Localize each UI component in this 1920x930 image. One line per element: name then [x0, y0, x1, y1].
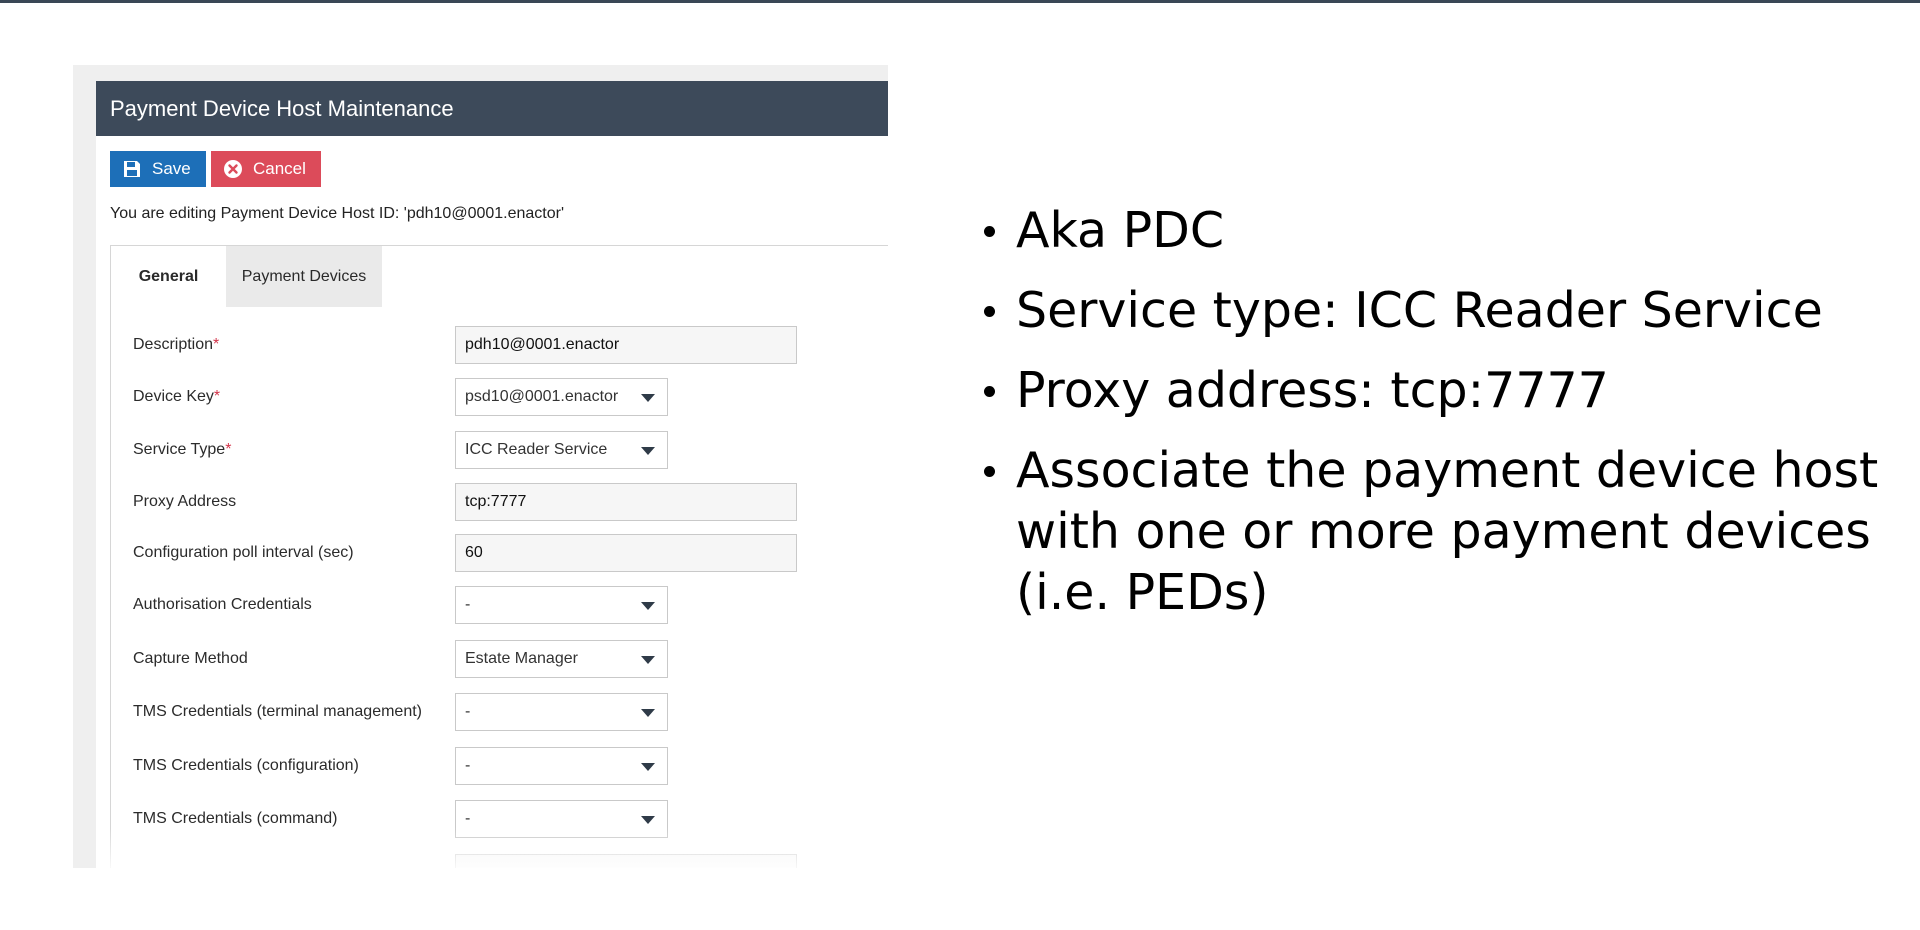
- form-row-tms-terminal: TMS Credentials (terminal management) -: [133, 693, 888, 731]
- tms-config-select[interactable]: -: [455, 747, 668, 785]
- form-row-config-poll: Configuration poll interval (sec) 60: [133, 534, 888, 572]
- description-input[interactable]: pdh10@0001.enactor: [455, 326, 797, 364]
- field-label: TMS Credentials (command): [133, 810, 338, 827]
- bullet-item: Aka PDC: [980, 200, 1920, 261]
- field-label: Configuration poll interval (sec): [133, 544, 354, 561]
- chevron-down-icon: [641, 656, 655, 664]
- config-poll-input[interactable]: 60: [455, 534, 797, 572]
- chevron-down-icon: [641, 394, 655, 402]
- bullet-item: Associate the payment device host with o…: [980, 440, 1920, 623]
- field-label: Device Key*: [133, 388, 221, 405]
- field-label: TMS Credentials (terminal management): [133, 703, 422, 720]
- editing-message: You are editing Payment Device Host ID: …: [110, 205, 565, 222]
- window-title: Payment Device Host Maintenance: [96, 81, 888, 136]
- field-label: Description*: [133, 336, 220, 353]
- floppy-disk-icon: [124, 161, 140, 177]
- bottom-fade: [96, 828, 888, 868]
- tab-general[interactable]: General: [111, 246, 226, 307]
- capture-method-select[interactable]: Estate Manager: [455, 640, 668, 678]
- form-row-tms-config: TMS Credentials (configuration) -: [133, 747, 888, 785]
- field-label: Authorisation Credentials: [133, 596, 312, 613]
- tab-payment-devices[interactable]: Payment Devices: [226, 246, 382, 307]
- form-row-capture-method: Capture Method Estate Manager: [133, 640, 888, 678]
- field-label: Capture Method: [133, 650, 248, 667]
- required-marker: *: [213, 388, 221, 405]
- chevron-down-icon: [641, 602, 655, 610]
- chevron-down-icon: [641, 447, 655, 455]
- circle-x-icon: [224, 160, 242, 178]
- field-label: TMS Credentials (configuration): [133, 757, 359, 774]
- required-marker: *: [213, 336, 220, 353]
- chevron-down-icon: [641, 816, 655, 824]
- form-row-service-type: Service Type* ICC Reader Service: [133, 431, 888, 469]
- service-type-select[interactable]: ICC Reader Service: [455, 431, 668, 469]
- field-label: Proxy Address: [133, 493, 237, 510]
- bullet-item: Proxy address: tcp:7777: [980, 360, 1920, 421]
- top-divider: [0, 0, 1920, 3]
- bullet-list: Aka PDC Service type: ICC Reader Service…: [980, 200, 1920, 642]
- tms-terminal-select[interactable]: -: [455, 693, 668, 731]
- save-label: Save: [152, 159, 191, 178]
- form-row-device-key: Device Key* psd10@0001.enactor: [133, 378, 888, 416]
- screenshot-panel: Payment Device Host Maintenance Save Can…: [73, 65, 888, 868]
- bullet-item: Service type: ICC Reader Service: [980, 280, 1920, 341]
- save-button[interactable]: Save: [110, 151, 206, 187]
- field-label: Service Type*: [133, 441, 232, 458]
- required-marker: *: [225, 441, 232, 458]
- chevron-down-icon: [641, 763, 655, 771]
- cancel-label: Cancel: [253, 159, 306, 178]
- maintenance-window: Payment Device Host Maintenance Save Can…: [96, 81, 888, 868]
- cancel-button[interactable]: Cancel: [211, 151, 321, 187]
- proxy-address-input[interactable]: tcp:7777: [455, 483, 797, 521]
- form-row-description: Description* pdh10@0001.enactor: [133, 326, 888, 364]
- auth-credentials-select[interactable]: -: [455, 586, 668, 624]
- chevron-down-icon: [641, 709, 655, 717]
- device-key-select[interactable]: psd10@0001.enactor: [455, 378, 668, 416]
- form-row-proxy-address: Proxy Address tcp:7777: [133, 483, 888, 521]
- form-container: General Payment Devices Description* pdh…: [110, 245, 888, 868]
- form-row-auth-credentials: Authorisation Credentials -: [133, 586, 888, 624]
